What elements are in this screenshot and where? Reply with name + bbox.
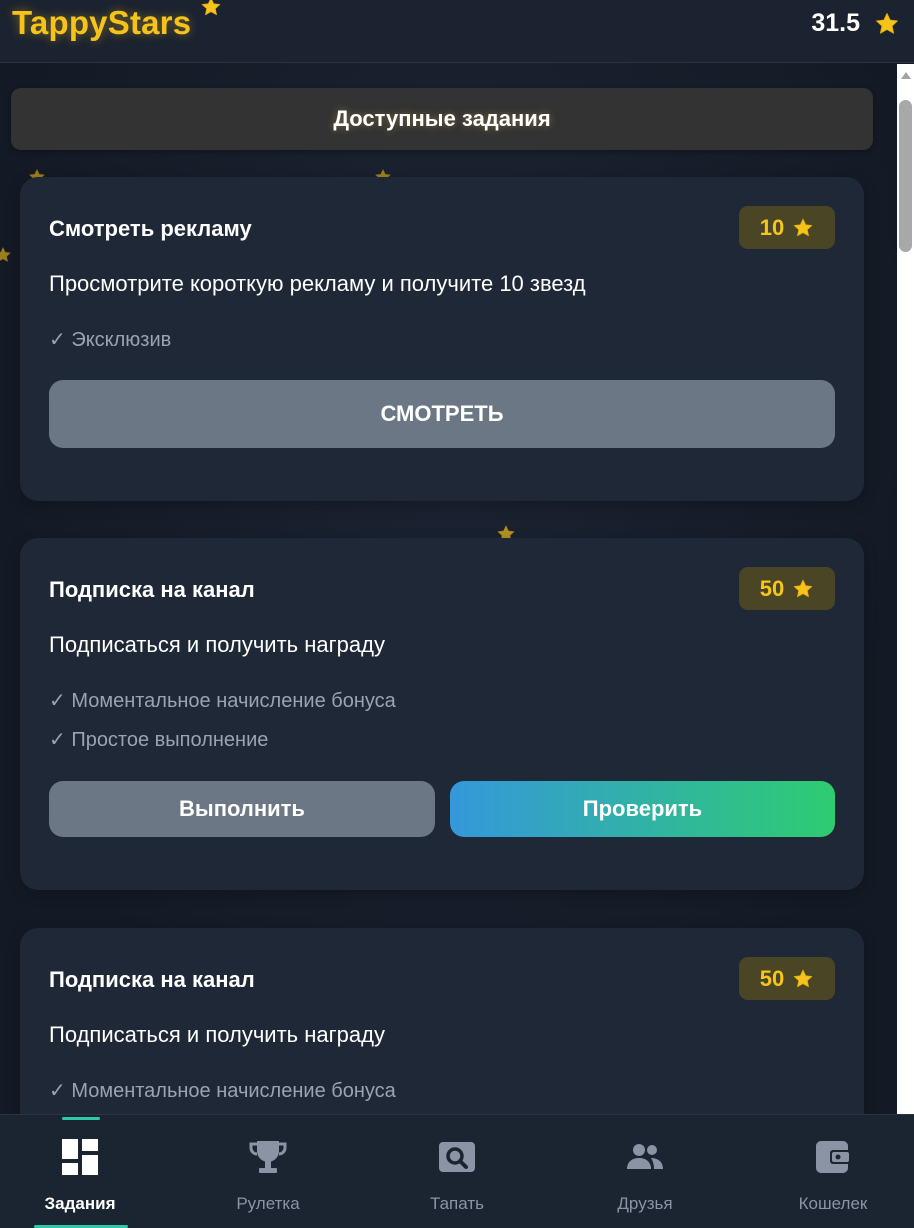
verify-button[interactable]: Проверить	[450, 781, 835, 837]
section-header: Доступные задания	[11, 88, 873, 150]
reward-value: 10	[759, 214, 785, 240]
nav-label: Тапать	[429, 1194, 484, 1213]
balance-display: 31.5	[811, 9, 900, 38]
trophy-icon	[249, 1141, 287, 1173]
reward-value: 50	[759, 575, 785, 601]
people-icon	[627, 1144, 663, 1169]
scroll-up-arrow-icon[interactable]	[901, 72, 911, 79]
task-title: Подписка на канал	[49, 577, 255, 602]
wallet-icon	[816, 1141, 851, 1173]
reward-badge: 50	[739, 957, 835, 1000]
top-header: TappyStars 31.5	[0, 0, 914, 63]
search-icon	[439, 1142, 475, 1172]
nav-item-tap[interactable]: Тапать	[377, 1115, 537, 1228]
balance-value: 31.5	[811, 9, 860, 37]
reward-badge: 10	[739, 206, 835, 249]
logo-star-icon	[200, 0, 222, 18]
complete-button[interactable]: Выполнить	[49, 781, 435, 837]
task-title: Подписка на канал	[49, 967, 255, 992]
task-description: Подписаться и получить награду	[49, 632, 385, 657]
task-feature: ✓ Моментальное начисление бонуса	[49, 690, 396, 712]
reward-badge: 50	[739, 567, 835, 610]
balance-star-icon	[874, 11, 900, 37]
nav-label: Рулетка	[236, 1194, 300, 1213]
task-feature: ✓ Моментальное начисление бонуса	[49, 1080, 396, 1102]
task-card-subscribe: Подписка на канал 50 Подписаться и получ…	[20, 538, 864, 890]
nav-label: Задания	[44, 1194, 116, 1213]
app-logo: TappyStars	[12, 4, 191, 42]
task-feature: ✓ Эксклюзив	[49, 329, 172, 351]
task-description: Подписаться и получить награду	[49, 1022, 385, 1047]
task-feature: ✓ Простое выполнение	[49, 729, 269, 751]
task-description: Просмотрите короткую рекламу и получите …	[49, 271, 586, 296]
nav-label: Кошелек	[798, 1194, 868, 1213]
scrollbar[interactable]	[897, 64, 914, 1114]
app-root: TappyStars 31.5 Доступные задания Смотре…	[0, 0, 914, 1228]
star-icon	[792, 968, 814, 990]
nav-label: Друзья	[617, 1194, 673, 1213]
task-title: Смотреть рекламу	[49, 216, 252, 241]
dashboard-icon	[62, 1139, 98, 1175]
active-tab-indicator	[62, 1117, 100, 1120]
task-card-watch-ad: Смотреть рекламу 10 Просмотрите короткую…	[20, 177, 864, 501]
scrollbar-thumb[interactable]	[899, 100, 912, 252]
tasks-scroll-area[interactable]: Доступные задания Смотреть рекламу 10 Пр…	[0, 64, 914, 1114]
watch-button[interactable]: СМОТРЕТЬ	[49, 380, 835, 448]
star-icon	[792, 578, 814, 600]
star-icon	[792, 217, 814, 239]
decorative-star-icon	[0, 246, 12, 264]
nav-item-friends[interactable]: Друзья	[565, 1115, 725, 1228]
nav-item-wallet[interactable]: Кошелек	[753, 1115, 913, 1228]
app-title: TappyStars	[12, 4, 192, 41]
bottom-navigation: Задания Рулетка Тапать Друзья Кошелек	[0, 1114, 914, 1228]
nav-item-roulette[interactable]: Рулетка	[188, 1115, 348, 1228]
nav-item-tasks[interactable]: Задания	[0, 1115, 160, 1228]
reward-value: 50	[759, 965, 785, 991]
task-card-subscribe: Подписка на канал 50 Подписаться и получ…	[20, 928, 864, 1114]
section-title: Доступные задания	[333, 106, 551, 131]
